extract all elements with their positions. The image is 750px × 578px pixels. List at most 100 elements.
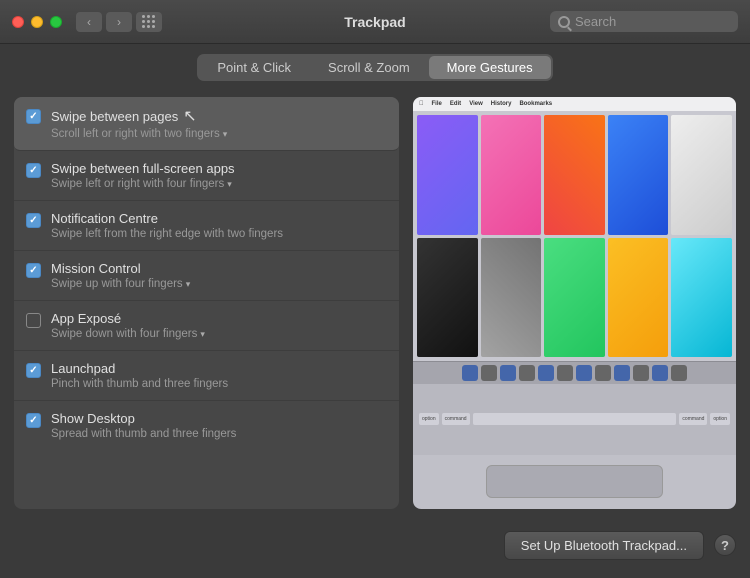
gesture-title-notification-centre: Notification Centre — [51, 211, 387, 226]
gesture-subtitle-app-expose: Swipe down with four fingers ▾ — [51, 328, 387, 340]
thumb-3 — [544, 115, 605, 235]
back-button[interactable]: ‹ — [76, 12, 102, 32]
titlebar: ‹ › Trackpad Search — [0, 0, 750, 44]
setup-bluetooth-button[interactable]: Set Up Bluetooth Trackpad... — [504, 531, 704, 560]
tabs-container: Point & Click Scroll & Zoom More Gesture… — [0, 44, 750, 89]
dock-icon-8 — [595, 365, 611, 381]
gesture-title-swipe-between-pages: Swipe between pages ↖ — [51, 107, 387, 126]
mac-trackpad — [413, 455, 736, 509]
gesture-list: Swipe between pages ↖ Scroll left or righ… — [14, 97, 399, 509]
main-content: Swipe between pages ↖ Scroll left or righ… — [0, 89, 750, 519]
gesture-item-swipe-between-pages[interactable]: Swipe between pages ↖ Scroll left or righ… — [14, 97, 399, 151]
thumb-1 — [417, 115, 478, 235]
dock-icon-5 — [538, 365, 554, 381]
gesture-info-swipe-between-apps: Swipe between full-screen apps Swipe left… — [51, 161, 387, 190]
gesture-item-app-expose[interactable]: App Exposé Swipe down with four fingers ▾ — [14, 301, 399, 351]
checkbox-mission-control[interactable] — [26, 263, 41, 278]
gesture-subtitle-swipe-between-pages: Scroll left or right with two fingers ▾ — [51, 128, 387, 140]
gesture-subtitle-launchpad: Pinch with thumb and three fingers — [51, 378, 387, 390]
kbd-option-left: option — [419, 413, 439, 425]
tab-more-gestures[interactable]: More Gestures — [429, 56, 551, 79]
gesture-title-launchpad: Launchpad — [51, 361, 387, 376]
gesture-info-mission-control: Mission Control Swipe up with four finger… — [51, 261, 387, 290]
gesture-title-swipe-between-apps: Swipe between full-screen apps — [51, 161, 387, 176]
gesture-subtitle-notification-centre: Swipe left from the right edge with two … — [51, 228, 387, 240]
mac-keyboard: option command command option — [413, 384, 736, 454]
kbd-command-left: command — [442, 413, 470, 425]
dropdown-arrow-icon: ▾ — [223, 129, 228, 140]
maximize-button[interactable] — [50, 16, 62, 28]
dropdown-arrow-icon: ▾ — [200, 329, 205, 340]
dock-icon-3 — [500, 365, 516, 381]
mac-menubar:  File Edit View History Bookmarks — [413, 97, 736, 111]
menu-view: View — [469, 101, 483, 107]
gesture-info-notification-centre: Notification Centre Swipe left from the r… — [51, 211, 387, 240]
checkbox-launchpad[interactable] — [26, 363, 41, 378]
preview-panel:  File Edit View History Bookmarks — [413, 97, 736, 509]
gesture-item-swipe-between-apps[interactable]: Swipe between full-screen apps Swipe left… — [14, 151, 399, 201]
mac-screen-content — [413, 111, 736, 361]
gesture-info-app-expose: App Exposé Swipe down with four fingers ▾ — [51, 311, 387, 340]
menu-bookmarks: Bookmarks — [519, 101, 552, 107]
kbd-command-right: command — [679, 413, 707, 425]
thumb-9 — [608, 238, 669, 358]
tab-scroll-zoom[interactable]: Scroll & Zoom — [310, 56, 428, 79]
gesture-subtitle-mission-control: Swipe up with four fingers ▾ — [51, 278, 387, 290]
tabs-group: Point & Click Scroll & Zoom More Gesture… — [197, 54, 552, 81]
app-grid-button[interactable] — [136, 12, 162, 32]
dock-icon-4 — [519, 365, 535, 381]
gesture-item-launchpad[interactable]: Launchpad Pinch with thumb and three fing… — [14, 351, 399, 401]
menu-file: File — [432, 101, 442, 107]
dock-icon-1 — [462, 365, 478, 381]
forward-button[interactable]: › — [106, 12, 132, 32]
dock-icon-12 — [671, 365, 687, 381]
window-title: Trackpad — [344, 14, 405, 30]
checkbox-swipe-between-apps[interactable] — [26, 163, 41, 178]
cursor-icon: ↖ — [183, 106, 196, 126]
gesture-subtitle-swipe-between-apps: Swipe left or right with four fingers ▾ — [51, 178, 387, 190]
gesture-info-show-desktop: Show Desktop Spread with thumb and three … — [51, 411, 387, 440]
checkbox-swipe-between-pages[interactable] — [26, 109, 41, 124]
thumb-5 — [671, 115, 732, 235]
gesture-title-app-expose: App Exposé — [51, 311, 387, 326]
checkbox-notification-centre[interactable] — [26, 213, 41, 228]
dock-icon-2 — [481, 365, 497, 381]
gesture-item-show-desktop[interactable]: Show Desktop Spread with thumb and three … — [14, 401, 399, 450]
dropdown-arrow-icon: ▾ — [227, 179, 232, 190]
kbd-space — [473, 413, 677, 425]
dock-icon-11 — [652, 365, 668, 381]
menu-edit: Edit — [450, 101, 461, 107]
gesture-info-swipe-between-pages: Swipe between pages ↖ Scroll left or righ… — [51, 107, 387, 140]
thumb-2 — [481, 115, 542, 235]
thumb-10 — [671, 238, 732, 358]
dock-icon-9 — [614, 365, 630, 381]
gesture-item-mission-control[interactable]: Mission Control Swipe up with four finger… — [14, 251, 399, 301]
gesture-title-show-desktop: Show Desktop — [51, 411, 387, 426]
traffic-lights — [12, 16, 62, 28]
thumb-6 — [417, 238, 478, 358]
gesture-info-launchpad: Launchpad Pinch with thumb and three fing… — [51, 361, 387, 390]
gesture-item-notification-centre[interactable]: Notification Centre Swipe left from the r… — [14, 201, 399, 251]
minimize-button[interactable] — [31, 16, 43, 28]
bottom-bar: Set Up Bluetooth Trackpad... ? — [0, 519, 750, 571]
close-button[interactable] — [12, 16, 24, 28]
grid-icon — [142, 15, 156, 29]
help-button[interactable]: ? — [714, 534, 736, 556]
preview-image:  File Edit View History Bookmarks — [413, 97, 736, 509]
checkbox-app-expose[interactable] — [26, 313, 41, 328]
gesture-subtitle-show-desktop: Spread with thumb and three fingers — [51, 428, 387, 440]
search-icon — [558, 16, 570, 28]
gesture-title-mission-control: Mission Control — [51, 261, 387, 276]
menu-apple:  — [419, 101, 424, 107]
checkbox-show-desktop[interactable] — [26, 413, 41, 428]
kbd-option-right: option — [710, 413, 730, 425]
nav-buttons: ‹ › — [76, 12, 132, 32]
dropdown-arrow-icon: ▾ — [186, 279, 191, 290]
mac-dock — [413, 361, 736, 384]
tab-point-click[interactable]: Point & Click — [199, 56, 309, 79]
menu-history: History — [491, 101, 512, 107]
dock-icon-6 — [557, 365, 573, 381]
search-box[interactable]: Search — [550, 11, 738, 32]
thumb-4 — [608, 115, 669, 235]
dock-icon-10 — [633, 365, 649, 381]
